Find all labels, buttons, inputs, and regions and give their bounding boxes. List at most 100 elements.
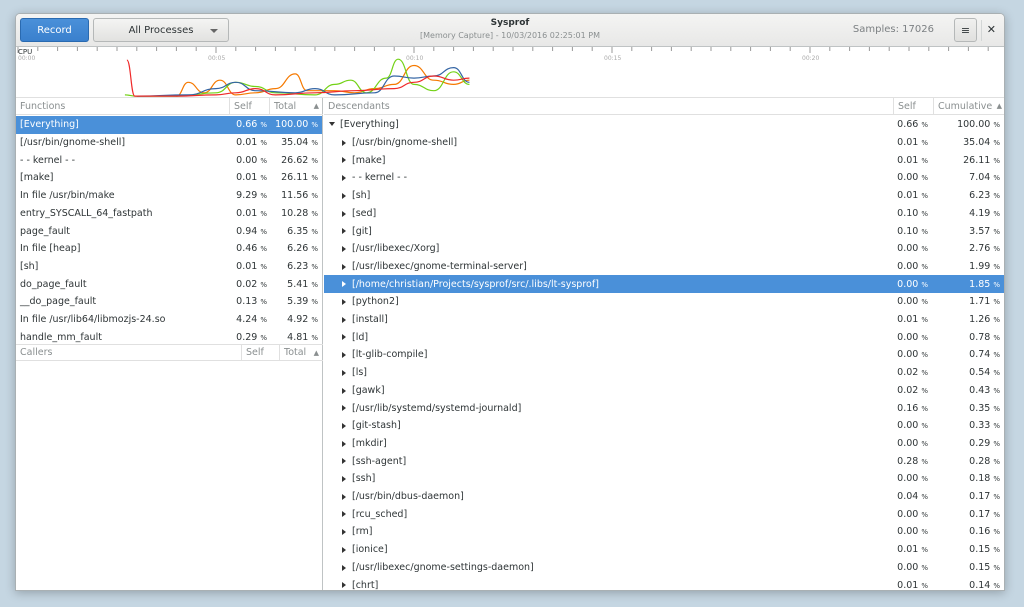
descendant-row[interactable]: [/usr/libexec/Xorg] 0.00 % 2.76 % (324, 240, 1004, 258)
descendant-row[interactable]: [rcu_sched] 0.00 % 0.17 % (324, 505, 1004, 523)
descendant-row[interactable]: [ssh-agent] 0.28 % 0.28 % (324, 452, 1004, 470)
cpu-chart: CPU 00:00 00:05 00:10 00:15 00:20 (16, 47, 1004, 98)
close-icon[interactable]: ✕ (987, 23, 996, 36)
expander-closed-icon[interactable] (342, 493, 346, 500)
descendant-row[interactable]: [ls] 0.02 % 0.54 % (324, 364, 1004, 382)
expander-closed-icon[interactable] (342, 352, 346, 359)
descendant-row[interactable]: [lt-glib-compile] 0.00 % 0.74 % (324, 346, 1004, 364)
functions-self-header[interactable]: Self (230, 98, 270, 115)
row-name: [rm] (352, 526, 373, 538)
expander-closed-icon[interactable] (342, 263, 346, 270)
row-total: 7.04 % (969, 172, 1000, 184)
function-row[interactable]: do_page_fault 0.02 % 5.41 % (16, 275, 322, 293)
descendant-row[interactable]: [/usr/libexec/gnome-settings-daemon] 0.00… (324, 559, 1004, 577)
expander-closed-icon[interactable] (342, 546, 346, 553)
row-total: 4.81 % (287, 331, 318, 343)
row-total: 3.57 % (969, 225, 1000, 237)
row-self: 4.24 % (236, 314, 267, 326)
descendant-row[interactable]: [ssh] 0.00 % 0.18 % (324, 470, 1004, 488)
descendant-row[interactable]: [make] 0.01 % 26.11 % (324, 151, 1004, 169)
time-tick-label: 00:05 (208, 55, 225, 62)
function-row[interactable]: In file [heap] 0.46 % 6.26 % (16, 240, 322, 258)
function-row[interactable]: [sh] 0.01 % 6.23 % (16, 258, 322, 276)
descendant-row[interactable]: [rm] 0.00 % 0.16 % (324, 523, 1004, 541)
descendant-row[interactable]: [Everything] 0.66 % 100.00 % (324, 116, 1004, 134)
expander-closed-icon[interactable] (342, 157, 346, 164)
callers-header[interactable]: Callers (16, 344, 242, 361)
descendant-row[interactable]: [git-stash] 0.00 % 0.33 % (324, 417, 1004, 435)
row-name: page_fault (20, 225, 71, 237)
expander-closed-icon[interactable] (342, 440, 346, 447)
expander-open-icon[interactable] (329, 122, 335, 126)
row-total: 0.29 % (969, 437, 1000, 449)
callers-self-header[interactable]: Self (242, 344, 280, 361)
descendant-row[interactable]: [git] 0.10 % 3.57 % (324, 222, 1004, 240)
row-total: 0.17 % (969, 491, 1000, 503)
row-name: [git-stash] (352, 420, 401, 432)
function-row[interactable]: entry_SYSCALL_64_fastpath 0.01 % 10.28 % (16, 205, 322, 223)
descendant-row[interactable]: [mkdir] 0.00 % 0.29 % (324, 435, 1004, 453)
descendant-row[interactable]: [/usr/lib/systemd/systemd-journald] 0.16 … (324, 399, 1004, 417)
function-row[interactable]: In file /usr/lib64/libmozjs-24.so 4.24 % 4… (16, 311, 322, 329)
expander-closed-icon[interactable] (342, 316, 346, 323)
expander-closed-icon[interactable] (342, 511, 346, 518)
expander-closed-icon[interactable] (342, 582, 346, 589)
descendant-row[interactable]: [/home/christian/Projects/sysprof/src/.l… (324, 275, 1004, 293)
expander-closed-icon[interactable] (342, 139, 346, 146)
descendants-cumulative-header[interactable]: Cumulative ▲ (934, 98, 1004, 115)
descendants-self-header[interactable]: Self (894, 98, 934, 115)
row-self: 0.00 % (897, 349, 928, 361)
descendant-row[interactable]: [python2] 0.00 % 1.71 % (324, 293, 1004, 311)
function-row[interactable]: __do_page_fault 0.13 % 5.39 % (16, 293, 322, 311)
function-row[interactable]: [/usr/bin/gnome-shell] 0.01 % 35.04 % (16, 134, 322, 152)
function-row[interactable]: [make] 0.01 % 26.11 % (16, 169, 322, 187)
callers-total-header[interactable]: Total ▲ (280, 344, 323, 361)
functions-pane: Functions Self Total ▲ [Everything] 0.66 %… (16, 98, 323, 590)
functions-header-label: Functions (20, 100, 66, 112)
row-name: [/usr/lib/systemd/systemd-journald] (352, 402, 522, 414)
row-name: In file /usr/lib64/libmozjs-24.so (20, 314, 166, 326)
expander-closed-icon[interactable] (342, 192, 346, 199)
functions-header[interactable]: Functions (16, 98, 230, 115)
descendants-header[interactable]: Descendants (324, 98, 894, 115)
descendant-row[interactable]: [gawk] 0.02 % 0.43 % (324, 382, 1004, 400)
expander-closed-icon[interactable] (342, 476, 346, 482)
descendant-row[interactable]: [sed] 0.10 % 4.19 % (324, 205, 1004, 223)
menu-button[interactable]: ≡ (954, 18, 977, 42)
descendant-row[interactable]: [install] 0.01 % 1.26 % (324, 311, 1004, 329)
expander-closed-icon[interactable] (342, 405, 346, 412)
descendant-row[interactable]: - - kernel - - 0.00 % 7.04 % (324, 169, 1004, 187)
functions-total-header[interactable]: Total ▲ (270, 98, 323, 115)
row-total: 0.18 % (969, 473, 1000, 485)
function-row[interactable]: [Everything] 0.66 % 100.00 % (16, 116, 322, 134)
expander-closed-icon[interactable] (342, 422, 346, 429)
expander-closed-icon[interactable] (342, 387, 346, 394)
function-row[interactable]: In file /usr/bin/make 9.29 % 11.56 % (16, 187, 322, 205)
descendant-row[interactable]: [/usr/libexec/gnome-terminal-server] 0.00… (324, 258, 1004, 276)
descendant-row[interactable]: [sh] 0.01 % 6.23 % (324, 187, 1004, 205)
row-self: 0.01 % (236, 207, 267, 219)
expander-closed-icon[interactable] (342, 334, 346, 341)
expander-closed-icon[interactable] (342, 369, 346, 376)
row-total: 1.85 % (969, 278, 1000, 290)
expander-closed-icon[interactable] (342, 299, 346, 305)
descendant-row[interactable]: [chrt] 0.01 % 0.14 % (324, 576, 1004, 591)
function-row[interactable]: - - kernel - - 0.00 % 26.62 % (16, 151, 322, 169)
expander-closed-icon[interactable] (342, 228, 346, 235)
row-name: In file [heap] (20, 243, 81, 255)
expander-closed-icon[interactable] (342, 281, 346, 288)
expander-closed-icon[interactable] (342, 245, 346, 252)
descendant-row[interactable]: [ld] 0.00 % 0.78 % (324, 328, 1004, 346)
expander-closed-icon[interactable] (342, 210, 346, 217)
expander-closed-icon[interactable] (342, 529, 346, 536)
descendant-row[interactable]: [/usr/bin/dbus-daemon] 0.04 % 0.17 % (324, 488, 1004, 506)
descendant-row[interactable]: [ionice] 0.01 % 0.15 % (324, 541, 1004, 559)
row-total: 10.28 % (281, 207, 318, 219)
expander-closed-icon[interactable] (342, 458, 346, 465)
expander-closed-icon[interactable] (342, 175, 346, 182)
row-name: [chrt] (352, 579, 379, 591)
function-row[interactable]: page_fault 0.94 % 6.35 % (16, 222, 322, 240)
expander-closed-icon[interactable] (342, 564, 346, 571)
row-self: 0.16 % (897, 402, 928, 414)
descendant-row[interactable]: [/usr/bin/gnome-shell] 0.01 % 35.04 % (324, 134, 1004, 152)
